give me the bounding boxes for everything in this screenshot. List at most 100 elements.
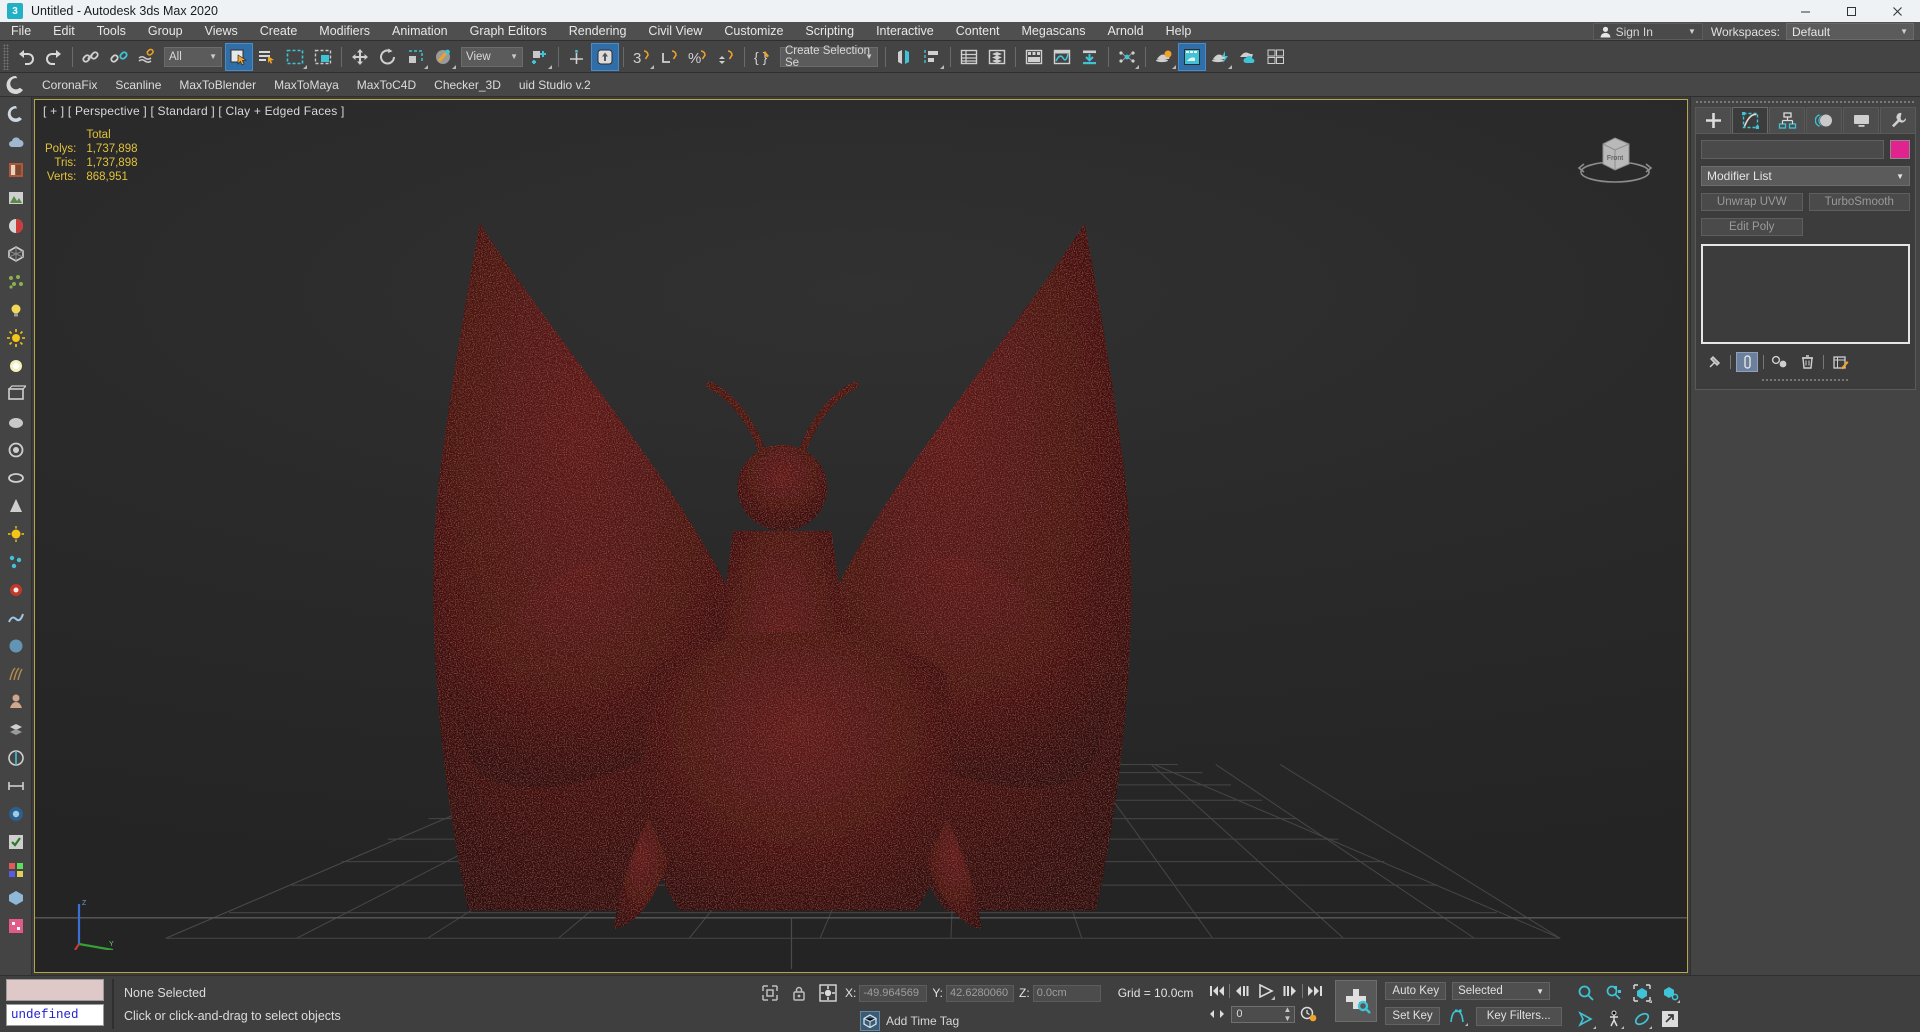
- minimize-button[interactable]: [1782, 0, 1828, 22]
- absolute-relative-mode-icon[interactable]: [758, 982, 782, 1004]
- create-tab[interactable]: [1695, 107, 1731, 133]
- particle-flow-button[interactable]: [1113, 43, 1141, 71]
- set-key-button[interactable]: [1335, 980, 1378, 1022]
- select-and-manipulate-button[interactable]: [563, 43, 591, 71]
- spinner-snap-toggle-button[interactable]: %: [684, 43, 712, 71]
- configure-modifier-sets-icon[interactable]: [1829, 352, 1851, 372]
- select-and-scale-button[interactable]: [402, 43, 430, 71]
- orbit-icon[interactable]: [1630, 1008, 1654, 1030]
- maximize-button[interactable]: [1828, 0, 1874, 22]
- snaps-toggle-button[interactable]: [591, 42, 619, 71]
- unlink-selection-button[interactable]: [105, 43, 133, 71]
- zoom-region-icon[interactable]: [1658, 982, 1682, 1004]
- viewport-label[interactable]: [ + ] [ Perspective ] [ Standard ] [ Cla…: [43, 104, 345, 118]
- corona-scatter-icon[interactable]: [3, 269, 29, 295]
- corona-sunlight-icon[interactable]: [3, 521, 29, 547]
- corona-skin-icon[interactable]: [3, 689, 29, 715]
- listener-input[interactable]: undefined: [6, 1004, 104, 1026]
- corona-layered-material-icon[interactable]: [3, 717, 29, 743]
- object-name-input[interactable]: [1701, 140, 1884, 159]
- menu-content[interactable]: Content: [945, 22, 1011, 41]
- make-unique-icon[interactable]: [1769, 352, 1791, 372]
- plugin-uid-studio[interactable]: uid Studio v.2: [510, 73, 600, 97]
- zoom-all-icon[interactable]: [1602, 982, 1626, 1004]
- corona-select-material-icon[interactable]: [3, 829, 29, 855]
- corona-rayswitch-icon[interactable]: [3, 745, 29, 771]
- menu-megascans[interactable]: Megascans: [1011, 22, 1097, 41]
- menu-customize[interactable]: Customize: [713, 22, 794, 41]
- corona-scatter-tool-icon[interactable]: [3, 549, 29, 575]
- modifier-list-select[interactable]: Modifier List ▼: [1701, 166, 1910, 186]
- maximize-viewport-icon[interactable]: [1658, 1008, 1682, 1030]
- time-configuration-button[interactable]: [1299, 1005, 1319, 1023]
- toggle-ribbon-button[interactable]: [1020, 43, 1048, 71]
- spinner-snap-button[interactable]: [712, 43, 740, 71]
- corona-proxy-icon[interactable]: [3, 241, 29, 267]
- pin-stack-icon[interactable]: [1703, 352, 1725, 372]
- percent-snap-toggle-button[interactable]: [656, 43, 684, 71]
- walkthrough-icon[interactable]: [1602, 1008, 1626, 1030]
- box-primitive-icon[interactable]: [3, 381, 29, 407]
- toolbar-grip[interactable]: [3, 43, 9, 70]
- cylinder-primitive-icon[interactable]: [3, 437, 29, 463]
- modify-tab[interactable]: [1732, 107, 1768, 133]
- corona-light-material-icon[interactable]: [3, 297, 29, 323]
- plugin-maxtoc4d[interactable]: MaxToC4D: [348, 73, 425, 97]
- next-frame-button[interactable]: [1280, 982, 1300, 1000]
- corona-camera-icon[interactable]: [3, 577, 29, 603]
- curve-editor-button[interactable]: [1048, 43, 1076, 71]
- selection-filter-select[interactable]: All ▼: [164, 46, 222, 67]
- menu-edit[interactable]: Edit: [42, 22, 86, 41]
- rectangular-selection-region-button[interactable]: [281, 43, 309, 71]
- menu-tools[interactable]: Tools: [86, 22, 137, 41]
- show-end-result-icon[interactable]: [1736, 352, 1758, 372]
- corona-cloud-icon[interactable]: [3, 129, 29, 155]
- select-by-name-button[interactable]: [253, 43, 281, 71]
- select-and-rotate-button[interactable]: [374, 43, 402, 71]
- panel-resize-grip[interactable]: [1761, 378, 1850, 383]
- plugin-scanline[interactable]: Scanline: [106, 73, 170, 97]
- sphere-primitive-icon[interactable]: [3, 409, 29, 435]
- render-modes-button[interactable]: [1262, 43, 1290, 71]
- play-animation-button[interactable]: [1254, 982, 1278, 1000]
- use-pivot-point-center-button[interactable]: [526, 43, 554, 71]
- material-editor-button[interactable]: [1150, 43, 1178, 71]
- moth-3d-model[interactable]: [35, 100, 1687, 972]
- modifier-stack[interactable]: [1701, 244, 1910, 344]
- mirror-button[interactable]: [890, 43, 918, 71]
- zoom-extents-icon[interactable]: [1630, 982, 1654, 1004]
- set-key-mode-button[interactable]: Set Key: [1385, 1007, 1440, 1025]
- menu-help[interactable]: Help: [1155, 22, 1203, 41]
- turbosmooth-button[interactable]: TurboSmooth: [1808, 193, 1910, 211]
- menu-arnold[interactable]: Arnold: [1096, 22, 1154, 41]
- cone-primitive-icon[interactable]: [3, 493, 29, 519]
- viewport-container[interactable]: [ + ] [ Perspective ] [ Standard ] [ Cla…: [34, 99, 1688, 973]
- current-frame-field[interactable]: 0 ▲ ▼: [1231, 1005, 1296, 1023]
- corona-sun-icon[interactable]: [3, 325, 29, 351]
- x-field[interactable]: -49.964569: [859, 984, 928, 1002]
- named-selection-sets-input[interactable]: Create Selection Se ▼: [780, 45, 878, 69]
- layer-explorer-button[interactable]: [955, 43, 983, 71]
- perspective-viewport[interactable]: [ + ] [ Perspective ] [ Standard ] [ Cla…: [35, 100, 1687, 972]
- go-to-start-button[interactable]: [1207, 982, 1227, 1000]
- corona-render-icon[interactable]: [3, 101, 29, 127]
- plugin-maxtoblender[interactable]: MaxToBlender: [170, 73, 265, 97]
- previous-frame-button[interactable]: [1232, 982, 1252, 1000]
- y-field[interactable]: 42.6280060: [946, 984, 1015, 1002]
- select-and-link-button[interactable]: [77, 43, 105, 71]
- menu-civil-view[interactable]: Civil View: [637, 22, 713, 41]
- corona-distance-icon[interactable]: [3, 773, 29, 799]
- isolate-selection-icon[interactable]: [816, 982, 840, 1004]
- corona-triplanar-icon[interactable]: [3, 885, 29, 911]
- select-object-button[interactable]: [225, 42, 253, 71]
- menu-file[interactable]: File: [0, 22, 42, 41]
- render-in-cloud-button[interactable]: [1234, 43, 1262, 71]
- corona-volume-icon[interactable]: [3, 633, 29, 659]
- menu-scripting[interactable]: Scripting: [794, 22, 865, 41]
- scene-explorer-button[interactable]: [983, 43, 1011, 71]
- window-crossing-button[interactable]: [309, 43, 337, 71]
- plugin-checker3d[interactable]: Checker_3D: [425, 73, 510, 97]
- workspace-select[interactable]: Default ▼: [1786, 23, 1914, 40]
- sign-in-button[interactable]: Sign In ▼: [1592, 23, 1703, 40]
- spinner-arrows-icon[interactable]: ▲ ▼: [1283, 1005, 1291, 1023]
